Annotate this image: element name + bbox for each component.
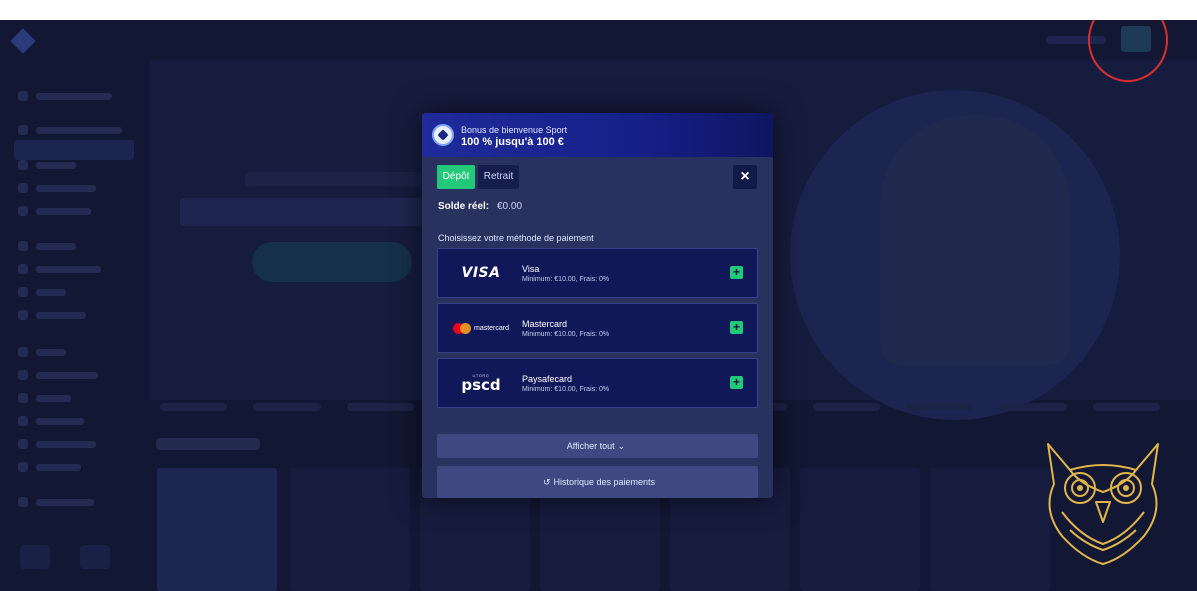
payment-method-paysafecard[interactable]: UTORG pscd Paysafecard Minimum: €10.00, …	[437, 358, 758, 408]
sidebar-item	[18, 345, 66, 359]
paysafecard-logo: UTORG pscd	[461, 372, 501, 394]
visa-logo: VISA	[461, 265, 501, 281]
payment-method-prompt: Choisissez votre méthode de paiement	[438, 233, 594, 243]
hero-title-placeholder	[180, 198, 430, 226]
game-card	[290, 468, 410, 591]
bonus-title: 100 % jusqu'à 100 €	[461, 136, 564, 148]
bonus-subtitle: Bonus de bienvenue Sport	[461, 125, 568, 135]
balance-value: €0.00	[497, 201, 523, 212]
sidebar-item	[18, 391, 71, 405]
mastercard-logo: mastercard	[446, 314, 516, 342]
sidebar-item	[18, 262, 101, 276]
sidebar-item	[18, 89, 112, 103]
tab-deposit[interactable]: Dépôt	[437, 165, 475, 189]
show-all-button[interactable]: Afficher tout ⌄	[437, 434, 758, 458]
method-name: Paysafecard	[522, 374, 573, 384]
sidebar-item	[18, 285, 66, 299]
sidebar-item	[18, 204, 91, 218]
show-all-label: Afficher tout	[566, 441, 615, 451]
sidebar-item	[18, 239, 76, 253]
app-background: Bonus de bienvenue Sport 100 % jusqu'à 1…	[0, 20, 1197, 591]
payment-method-mastercard[interactable]: mastercard Mastercard Minimum: €10.00, F…	[437, 303, 758, 353]
top-white-strip	[0, 0, 1197, 20]
hero-athlete-image	[880, 115, 1070, 365]
game-card	[157, 468, 277, 591]
game-card	[930, 468, 1050, 591]
site-logo	[10, 28, 40, 54]
section-title-placeholder	[156, 438, 260, 450]
method-name: Mastercard	[522, 319, 568, 329]
chevron-down-icon: ⌄	[617, 441, 626, 451]
sidebar-item	[18, 181, 96, 195]
method-info: Minimum: €10.00, Frais: 0%	[522, 276, 610, 283]
payment-method-visa[interactable]: VISA Visa Minimum: €10.00, Frais: 0% +	[437, 248, 758, 298]
sidebar-item	[18, 460, 81, 474]
tab-withdraw[interactable]: Retrait	[478, 165, 519, 189]
plus-icon[interactable]: +	[730, 376, 743, 389]
plus-icon[interactable]: +	[730, 321, 743, 334]
hero-subtitle-placeholder	[245, 172, 425, 186]
sidebar-item	[18, 495, 94, 509]
sidebar-item	[18, 368, 98, 382]
sidebar	[0, 75, 140, 591]
mastercard-circles-icon	[452, 322, 471, 334]
method-name: Visa	[522, 264, 540, 274]
sidebar-bottom-nav	[20, 545, 130, 575]
game-card	[800, 468, 920, 591]
plus-icon[interactable]: +	[730, 266, 743, 279]
close-icon[interactable]: ×	[733, 165, 757, 189]
payment-history-button[interactable]: ↺ Historique des paiements	[437, 466, 758, 498]
sidebar-item	[18, 308, 86, 322]
method-info: Minimum: €10.00, Frais: 0%	[522, 386, 610, 393]
payment-modal: Bonus de bienvenue Sport 100 % jusqu'à 1…	[422, 113, 773, 498]
payment-history-label: Historique des paiements	[553, 477, 656, 487]
hero-cta-button	[252, 242, 412, 282]
balance-label: Solde réel:	[438, 201, 490, 212]
method-info: Minimum: €10.00, Frais: 0%	[522, 331, 610, 338]
owl-watermark-icon	[1047, 443, 1159, 565]
sidebar-item	[18, 437, 96, 451]
soccer-ball-icon	[432, 124, 454, 146]
sidebar-item	[18, 158, 76, 172]
logo-mark-icon	[10, 28, 36, 54]
sidebar-item	[18, 414, 84, 428]
sidebar-active-highlight	[14, 140, 134, 160]
sidebar-item	[18, 123, 122, 137]
history-icon: ↺	[542, 477, 551, 487]
modal-header: Bonus de bienvenue Sport 100 % jusqu'à 1…	[422, 113, 773, 157]
